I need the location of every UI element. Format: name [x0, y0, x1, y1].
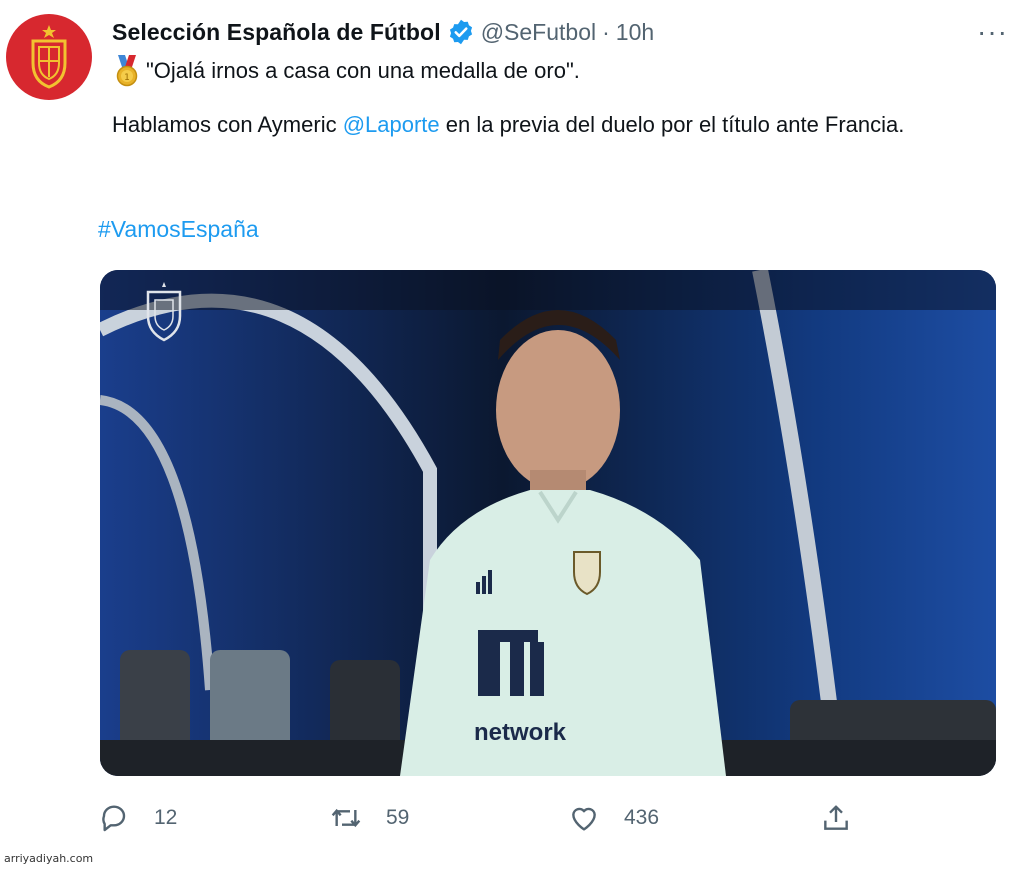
tweet-line-2-end: en la previa del duelo por el título ant…	[439, 112, 905, 137]
tweet-header: Selección Española de Fútbol @SeFutbol ·…	[112, 14, 654, 50]
tweet-action-bar: 12 59 436	[98, 796, 858, 840]
tweet-line-1: "Ojalá irnos a casa con una medalla de o…	[146, 58, 580, 83]
retweet-count: 59	[386, 806, 410, 829]
svg-text:1: 1	[124, 73, 130, 83]
separator-dot: ·	[602, 18, 610, 45]
video-thumbnail: network	[100, 270, 996, 776]
retweet-icon	[331, 808, 361, 828]
avatar[interactable]	[6, 14, 92, 100]
share-icon	[824, 805, 848, 830]
share-button[interactable]	[820, 796, 852, 840]
verified-badge-icon	[449, 19, 472, 45]
watermark: arriyadiyah.com	[4, 852, 94, 865]
tweet-line-2: Hablamos con Aymeric @Laporte en la prev…	[112, 106, 984, 144]
medal-icon: 1	[116, 55, 138, 87]
jersey-sponsor-text: network	[474, 719, 567, 746]
reply-button[interactable]: 12	[98, 796, 177, 840]
author-handle[interactable]: @SeFutbol	[481, 19, 596, 46]
tweet-text: 1 "Ojalá irnos a casa con una medalla de…	[112, 52, 984, 144]
more-icon[interactable]: ···	[977, 18, 1008, 46]
like-count: 436	[624, 806, 660, 829]
mention-link[interactable]: @Laporte	[343, 112, 440, 137]
tweet-timestamp[interactable]: 10h	[616, 19, 654, 46]
hashtag-link[interactable]: #VamosEspaña	[98, 210, 259, 248]
tweet-line-2-start: Hablamos con Aymeric	[112, 112, 343, 137]
like-icon	[572, 807, 596, 831]
author-name[interactable]: Selección Española de Fútbol	[112, 19, 441, 46]
reply-icon	[102, 805, 126, 832]
rfef-crest-icon	[31, 25, 67, 89]
reply-count: 12	[154, 806, 178, 829]
video-player[interactable]: network	[100, 270, 996, 776]
retweet-button[interactable]: 59	[330, 796, 409, 840]
like-button[interactable]: 436	[568, 796, 659, 840]
